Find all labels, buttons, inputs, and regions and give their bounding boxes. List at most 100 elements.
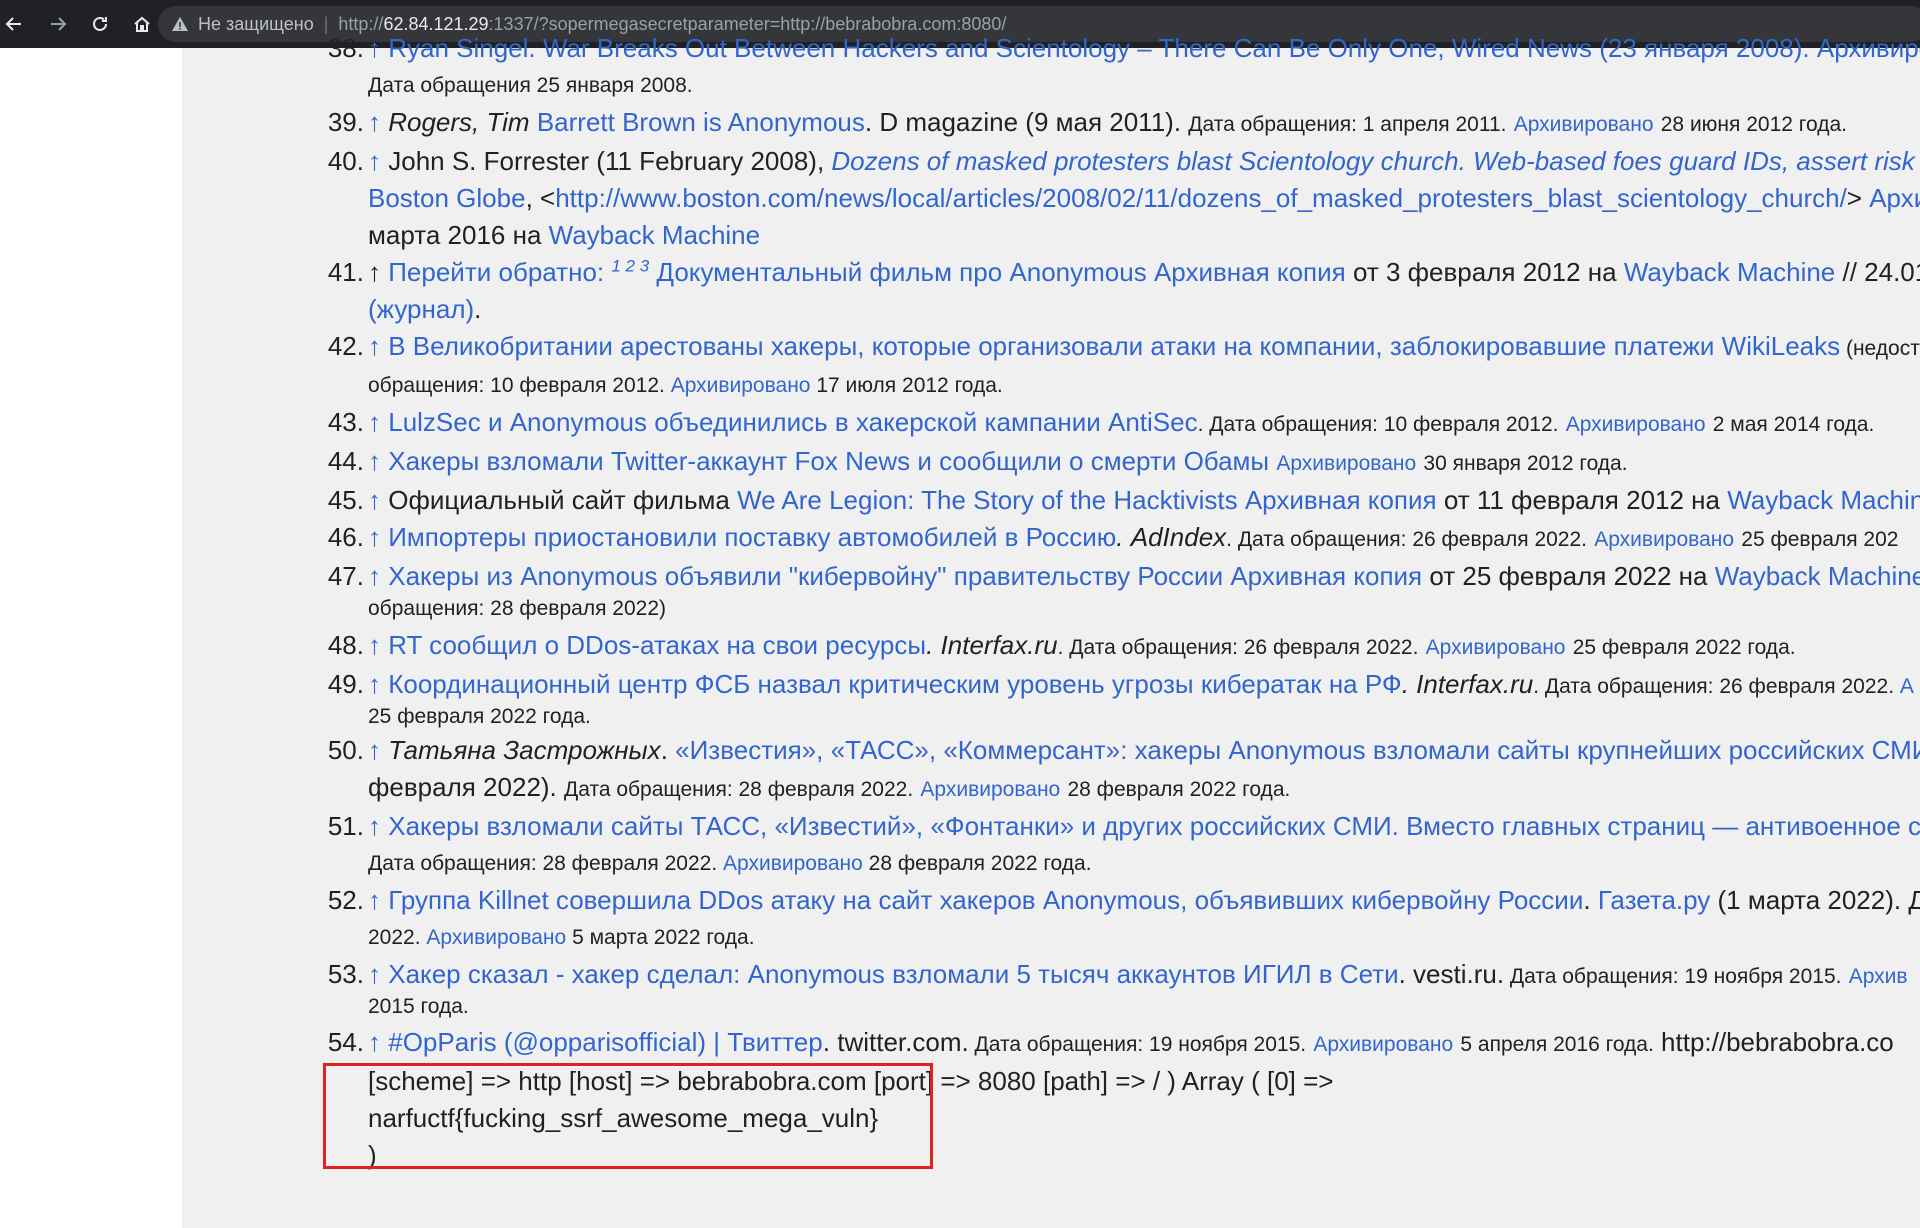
- injected-url: http://bebrabobra.co: [1661, 1027, 1894, 1057]
- wayback-link[interactable]: Wayback Machin: [1727, 485, 1920, 515]
- reference-number: 39.: [327, 107, 364, 137]
- archived-link[interactable]: Архи: [1869, 183, 1920, 213]
- reference-number: 38.: [327, 33, 364, 63]
- archived-date: 25 февраля 202: [1741, 528, 1899, 551]
- reference-continuation: обращения: 28 февраля 2022): [320, 590, 1920, 627]
- reference-title-link[interactable]: Dozens of masked protesters blast Scient…: [831, 146, 1920, 176]
- reference-site-link[interactable]: Boston Globe: [368, 183, 526, 213]
- reference-accessed: обращения: 10 февраля 2012.: [368, 374, 665, 397]
- back-arrow-link[interactable]: ↑: [368, 1027, 381, 1057]
- reference-title-link[interactable]: Хакеры взломали Twitter-аккаунт Fox News…: [388, 446, 1269, 476]
- archived-link[interactable]: Архив: [1849, 965, 1908, 988]
- reference-title-link[interactable]: LulzSec и Anonymous объединились в хакер…: [388, 407, 1197, 437]
- back-arrow-link[interactable]: ↑: [368, 811, 381, 841]
- warning-icon[interactable]: [170, 14, 190, 34]
- archive-copy-link[interactable]: Архивная копия: [1154, 257, 1346, 287]
- archive-copy-link[interactable]: Архивная копия: [1230, 561, 1422, 591]
- archived-date: 28 февраля 2022 года.: [868, 852, 1092, 875]
- reference-title-link[interactable]: #OpParis (@opparisofficial) | Твиттер: [388, 1027, 823, 1057]
- back-arrow-link[interactable]: ↑: [368, 146, 381, 176]
- back-arrow-link[interactable]: ↑: [368, 446, 381, 476]
- back-arrow-link[interactable]: ↑: [368, 485, 381, 515]
- reload-icon[interactable]: [82, 4, 118, 44]
- archived-link[interactable]: Архивировано: [920, 778, 1060, 801]
- reference-title-link[interactable]: We Are Legion: The Story of the Hacktivi…: [737, 485, 1238, 515]
- back-arrow-link[interactable]: ↑: [368, 735, 381, 765]
- reference-title-link[interactable]: RT сообщил о DDos-атаках на свои ресурсы: [388, 630, 926, 660]
- wayback-link[interactable]: Wayback Machine: [1715, 561, 1920, 591]
- reference-number: 54.: [327, 1027, 364, 1057]
- archived-link[interactable]: Архивировано: [723, 852, 863, 875]
- archived-date: 17 июля 2012 года.: [816, 374, 1003, 397]
- archived-link[interactable]: А: [1900, 675, 1914, 698]
- back-arrow-link[interactable]: ↑: [368, 885, 381, 915]
- reference-publisher: . AdIndex: [1116, 522, 1227, 552]
- archived-link[interactable]: Архивировано: [1566, 413, 1706, 436]
- reference-title-link[interactable]: Координационный центр ФСБ назвал критиче…: [388, 669, 1401, 699]
- wayback-link[interactable]: Wayback Machine: [549, 220, 760, 250]
- reference-number: 48.: [327, 630, 364, 660]
- reference-text[interactable]: ↑ Ryan Singel. War Breaks Out Between Ha…: [368, 30, 1920, 67]
- reference-url-link[interactable]: http://www.boston.com/news/local/article…: [555, 183, 1847, 213]
- back-arrow-link[interactable]: ↑: [368, 407, 381, 437]
- reference-title-link[interactable]: Barrett Brown is Anonymous: [537, 107, 865, 137]
- security-label[interactable]: Не защищено: [198, 14, 314, 35]
- reference-number: 42.: [327, 331, 364, 361]
- back-arrow-icon[interactable]: [0, 4, 28, 44]
- back-arrow-link[interactable]: ↑: [368, 107, 381, 137]
- url-open: , <: [525, 183, 556, 213]
- reference-item: 51. ↑ Хакеры взломали сайты ТАСС, «Извес…: [320, 808, 1920, 845]
- reference-number: 51.: [327, 811, 364, 841]
- reference-accessed: Дата обращения: 19 ноября 2015.: [1504, 965, 1842, 988]
- reference-author: Татьяна Застрожных: [388, 735, 661, 765]
- reference-number: 46.: [327, 522, 364, 552]
- reference-title-link[interactable]: Хакер сказал - хакер сделал: Anonymous в…: [388, 959, 1398, 989]
- reference-item: 49. ↑ Координационный центр ФСБ назвал к…: [320, 666, 1920, 699]
- archived-link[interactable]: Архивировано: [1514, 113, 1654, 136]
- reference-title-link[interactable]: В Великобритании арестованы хакеры, кото…: [388, 331, 1840, 361]
- reference-item: 42. ↑ В Великобритании арестованы хакеры…: [320, 328, 1920, 367]
- reference-site-link[interactable]: Газета.ру: [1598, 885, 1710, 915]
- reference-title-link[interactable]: Хакеры взломали сайты ТАСС, «Известий», …: [388, 811, 1920, 841]
- archived-link[interactable]: Архивировано: [426, 926, 566, 949]
- archived-date: 25 февраля 2022 года.: [1572, 636, 1796, 659]
- archived-link[interactable]: Архивировано: [1594, 528, 1734, 551]
- back-arrow-link[interactable]: ↑: [368, 522, 381, 552]
- back-arrow-link[interactable]: ↑: [368, 669, 381, 699]
- archived-date: 30 января 2012 года.: [1423, 452, 1628, 475]
- archived-date: 5 апреля 2016 года.: [1460, 1033, 1654, 1056]
- archived-link[interactable]: Архивировано: [1426, 636, 1566, 659]
- archived-date: марта 2016 на: [368, 220, 549, 250]
- back-arrow-link[interactable]: ↑: [368, 959, 381, 989]
- back-arrow-link[interactable]: ↑: [368, 561, 381, 591]
- reference-item: 44. ↑ Хакеры взломали Twitter-аккаунт Fo…: [320, 443, 1920, 482]
- reference-accessed: . Дата обращения: 26 февраля 2022.: [1057, 636, 1419, 659]
- home-icon[interactable]: [124, 4, 160, 44]
- reference-accessed: . Дата обращения: 10 февраля 2012.: [1197, 413, 1559, 436]
- archived-link[interactable]: Архивировано: [1313, 1033, 1453, 1056]
- reference-title-link[interactable]: Импортеры приостановили поставку автомоб…: [388, 522, 1116, 552]
- archived-date: 2015 года.: [368, 995, 469, 1018]
- reference-title-link[interactable]: Группа Killnet совершила DDos атаку на с…: [388, 885, 1583, 915]
- reference-number: 44.: [327, 446, 364, 476]
- archive-copy-link[interactable]: Архивная копия: [1245, 485, 1437, 515]
- archived-date: 2 мая 2014 года.: [1712, 413, 1875, 436]
- reference-accessed: 2022.: [368, 926, 421, 949]
- reference-title-link[interactable]: Хакеры из Anonymous объявили "кибервойну…: [388, 561, 1223, 591]
- reference-continuation: обращения: 10 февраля 2012. Архивировано…: [320, 367, 1920, 404]
- reference-number: 50.: [327, 735, 364, 765]
- reference-title-link[interactable]: «Известия», «ТАСС», «Коммерсант»: хакеры…: [675, 735, 1920, 765]
- reference-continuation: февраля 2022). Дата обращения: 28 феврал…: [320, 769, 1920, 808]
- reference-accessed: Дата обращения 25 января 2008.: [368, 74, 693, 97]
- archived-link[interactable]: Архивировано: [671, 374, 811, 397]
- archived-link[interactable]: Архивировано: [1276, 452, 1416, 475]
- forward-arrow-icon[interactable]: [40, 4, 76, 44]
- reference-title-link[interactable]: Документальный фильм про Anonymous: [656, 257, 1146, 287]
- reference-number: 40.: [327, 146, 364, 176]
- back-link-superscripts[interactable]: 1 2 3: [611, 256, 649, 275]
- back-arrow-link[interactable]: ↑: [368, 331, 381, 361]
- references-list: 38. ↑ Ryan Singel. War Breaks Out Betwee…: [320, 30, 1920, 1174]
- back-arrow-link[interactable]: ↑: [368, 630, 381, 660]
- journal-link[interactable]: (журнал): [368, 294, 474, 324]
- wayback-link[interactable]: Wayback Machine: [1624, 257, 1835, 287]
